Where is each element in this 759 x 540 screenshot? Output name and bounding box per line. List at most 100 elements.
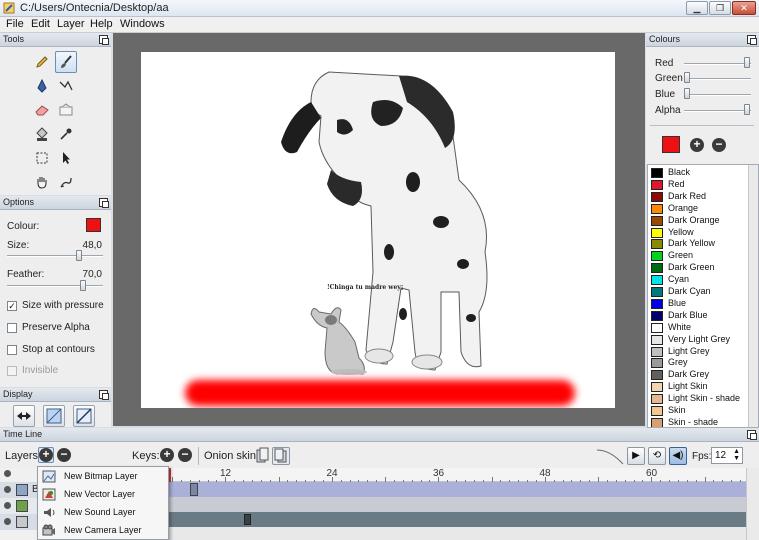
remove-colour-button[interactable]: − <box>712 138 726 152</box>
keyframe[interactable] <box>190 483 198 496</box>
colour-list-item[interactable]: Dark Yellow <box>648 238 748 250</box>
loop-button[interactable]: ⟲ <box>648 447 666 465</box>
add-key-button[interactable]: + <box>160 448 174 462</box>
colour-list-item[interactable]: Light Grey <box>648 346 748 358</box>
clear-icon[interactable] <box>55 99 77 121</box>
colour-list-item[interactable]: Grey <box>648 357 748 369</box>
timeline-hscroll[interactable] <box>168 527 746 540</box>
float-icon[interactable] <box>747 35 757 45</box>
close-button[interactable]: ✕ <box>732 1 756 15</box>
pencil-icon[interactable] <box>31 51 53 73</box>
invisible-checkbox[interactable] <box>7 366 17 376</box>
colour-swatch-button[interactable] <box>86 218 101 232</box>
sound-button[interactable]: ◀) <box>669 447 687 465</box>
colour-list-item[interactable]: Light Skin <box>648 381 748 393</box>
toggle-thin-lines-button[interactable] <box>43 405 65 427</box>
polyline-icon[interactable] <box>55 75 77 97</box>
layer-track[interactable] <box>168 497 746 512</box>
size-slider[interactable] <box>76 250 82 261</box>
new-vector-layer-item[interactable]: New Vector Layer <box>38 486 168 504</box>
hand-icon[interactable] <box>31 171 53 193</box>
onion-previous-button[interactable] <box>256 447 270 465</box>
colour-list-item[interactable]: Dark Green <box>648 262 748 274</box>
bucket-icon[interactable] <box>31 123 53 145</box>
flip-horizontal-button[interactable] <box>13 405 35 427</box>
colour-list-item[interactable]: Cyan <box>648 274 748 286</box>
play-button[interactable]: ▶ <box>627 447 645 465</box>
red-slider[interactable] <box>744 57 750 68</box>
keyframe[interactable] <box>244 514 251 525</box>
pen-icon[interactable] <box>31 75 53 97</box>
visibility-icon[interactable] <box>4 486 11 493</box>
colour-list-scrollbar[interactable] <box>748 165 758 427</box>
pointer-icon[interactable] <box>55 147 77 169</box>
colour-list-item[interactable]: Very Light Grey <box>648 334 748 346</box>
smudge-icon[interactable] <box>55 171 77 193</box>
colour-list-item[interactable]: Dark Blue <box>648 310 748 322</box>
eyedropper-icon[interactable] <box>55 123 77 145</box>
onion-next-button[interactable] <box>272 447 290 465</box>
menu-help[interactable]: Help <box>90 18 113 30</box>
colour-list-item[interactable]: Red <box>648 179 748 191</box>
colour-list-item[interactable]: Light Skin - shade <box>648 393 748 405</box>
menu-edit[interactable]: Edit <box>31 18 50 30</box>
float-icon[interactable] <box>99 390 109 400</box>
colour-list-item[interactable]: Black <box>648 167 748 179</box>
eraser-icon[interactable] <box>31 99 53 121</box>
colour-list-item[interactable]: Dark Grey <box>648 369 748 381</box>
colour-name: Yellow <box>668 226 694 237</box>
menu-windows[interactable]: Windows <box>120 18 165 30</box>
visibility-icon[interactable] <box>4 502 11 509</box>
new-camera-layer-item[interactable]: New Camera Layer <box>38 522 168 540</box>
float-icon[interactable] <box>747 430 757 440</box>
colour-list-item[interactable]: Skin <box>648 405 748 417</box>
layer-track[interactable] <box>168 512 746 527</box>
alpha-slider[interactable] <box>744 104 750 115</box>
layer-track[interactable] <box>168 482 746 497</box>
menu-layer[interactable]: Layer <box>57 18 85 30</box>
menu-file[interactable]: File <box>6 18 24 30</box>
brush-icon[interactable] <box>55 51 77 73</box>
preserve-alpha-checkbox[interactable] <box>7 323 17 333</box>
remove-layer-button[interactable]: − <box>57 448 71 462</box>
drawing-canvas[interactable]: !Chinga tu madre wey¡ <box>141 52 615 408</box>
spin-arrows-icon[interactable]: ▲ ▼ <box>733 448 740 462</box>
maximize-button[interactable]: ❐ <box>709 1 731 15</box>
colour-name: Skin <box>668 405 686 415</box>
bitmap-layer-icon <box>42 470 56 483</box>
colour-list-item[interactable]: Skin - shade <box>648 417 748 427</box>
colour-swatch <box>651 203 663 214</box>
colour-list-item[interactable]: Orange <box>648 203 748 215</box>
green-slider[interactable] <box>684 72 690 83</box>
float-icon[interactable] <box>99 198 109 208</box>
visibility-icon[interactable] <box>4 518 11 525</box>
colour-list-item[interactable]: Dark Orange <box>648 215 748 227</box>
add-colour-button[interactable]: + <box>690 138 704 152</box>
minimize-button[interactable]: ▁ <box>686 1 708 15</box>
colour-list-item[interactable]: White <box>648 322 748 334</box>
select-icon[interactable] <box>31 147 53 169</box>
fps-spinbox[interactable]: 12 ▲ ▼ <box>711 447 743 464</box>
colour-list-item[interactable]: Yellow <box>648 227 748 239</box>
colour-swatch <box>651 168 663 178</box>
current-colour-swatch[interactable] <box>662 136 680 153</box>
divider <box>650 125 754 126</box>
size-pressure-checkbox[interactable]: ✓ <box>7 301 17 311</box>
green-label: Green <box>655 73 683 84</box>
new-bitmap-layer-item[interactable]: New Bitmap Layer <box>38 468 168 486</box>
remove-key-button[interactable]: − <box>178 448 192 462</box>
toggle-outlines-button[interactable] <box>73 405 95 427</box>
colour-list-item[interactable]: Green <box>648 250 748 262</box>
add-layer-button[interactable]: + <box>38 447 54 463</box>
colour-list-item[interactable]: Dark Cyan <box>648 286 748 298</box>
colour-list-item[interactable]: Dark Red <box>648 191 748 203</box>
colour-list-item[interactable]: Blue <box>648 298 748 310</box>
feather-slider[interactable] <box>80 280 86 291</box>
colour-list[interactable]: Black Red Dark Red Orange Dark Orange Yellow D… <box>647 164 759 428</box>
timeline-vscroll[interactable] <box>746 468 759 540</box>
new-sound-layer-item[interactable]: New Sound Layer <box>38 504 168 522</box>
stop-contours-checkbox[interactable] <box>7 345 17 355</box>
blue-slider[interactable] <box>684 88 690 99</box>
timeline-ruler[interactable]: 12 24 36 48 60 <box>168 468 750 482</box>
float-icon[interactable] <box>99 35 109 45</box>
